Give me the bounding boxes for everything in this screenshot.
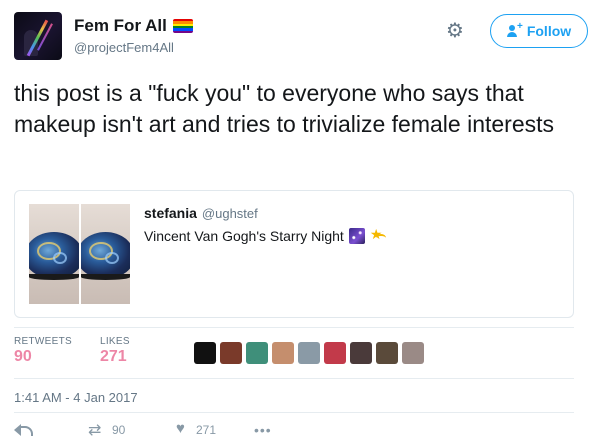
liker-avatars <box>194 342 424 364</box>
liker-avatar[interactable] <box>350 342 372 364</box>
author-handle[interactable]: @projectFem4All <box>74 40 174 55</box>
swirl-mark <box>53 252 67 264</box>
liker-avatar[interactable] <box>272 342 294 364</box>
follow-person-icon: + <box>506 22 523 37</box>
rainbow-flag-icon <box>172 19 193 33</box>
more-button[interactable]: ••• <box>254 422 272 438</box>
divider <box>14 412 574 413</box>
night-with-stars-emoji-icon <box>348 228 365 244</box>
swirl-mark <box>104 252 119 264</box>
quoted-tweet-card[interactable]: stefania @ughstef Vincent Van Gogh's Sta… <box>14 190 574 318</box>
follow-button-label: Follow <box>526 23 572 39</box>
divider <box>14 378 574 379</box>
tweet-header: Fem For All @projectFem4All ⚙ + Follow <box>14 12 588 60</box>
liker-avatar[interactable] <box>402 342 424 364</box>
quoted-author-name: stefania <box>144 205 197 221</box>
liker-avatar[interactable] <box>194 342 216 364</box>
gear-icon[interactable]: ⚙ <box>444 20 466 42</box>
divider <box>14 327 574 328</box>
tweet-text: this post is a "fuck you" to everyone wh… <box>14 80 555 137</box>
likes-stat[interactable]: LIKES 271 <box>100 336 130 366</box>
retweet-icon <box>88 420 106 440</box>
liker-avatar[interactable] <box>220 342 242 364</box>
likes-count: 271 <box>99 348 127 365</box>
retweets-label: RETWEETS <box>14 336 72 347</box>
avatar[interactable] <box>14 12 62 60</box>
follow-button[interactable]: + Follow <box>490 14 588 48</box>
tweet-timestamp[interactable]: 1:41 AM - 4 Jan 2017 <box>14 390 138 405</box>
tweet-stats: RETWEETS 90 LIKES 271 <box>14 336 158 376</box>
like-button[interactable]: 271 <box>176 420 254 437</box>
eye-makeup-image-left <box>29 204 79 304</box>
quoted-tweet-media[interactable] <box>29 204 130 304</box>
likes-label: LIKES <box>99 336 130 347</box>
quoted-author-row: stefania @ughstef <box>144 205 258 221</box>
liker-avatar[interactable] <box>376 342 398 364</box>
lash-line <box>80 274 130 280</box>
reply-button[interactable] <box>14 423 88 437</box>
retweet-button[interactable]: 90 <box>88 420 176 440</box>
like-action-count: 271 <box>196 423 217 437</box>
retweets-count: 90 <box>14 348 32 365</box>
tweet-actions: 90 271 ••• <box>14 420 272 440</box>
more-icon: ••• <box>254 422 272 438</box>
author-display-name[interactable]: Fem For All <box>74 16 167 36</box>
dizzy-emoji-icon <box>370 226 386 244</box>
retweets-stat[interactable]: RETWEETS 90 <box>14 336 72 366</box>
liker-avatar[interactable] <box>246 342 268 364</box>
retweet-action-count: 90 <box>112 423 126 437</box>
heart-icon <box>176 420 190 437</box>
author-name-row: Fem For All <box>74 16 193 36</box>
liker-avatar[interactable] <box>324 342 346 364</box>
quoted-tweet-text: Vincent Van Gogh's Starry Night <box>144 228 344 244</box>
liker-avatar[interactable] <box>298 342 320 364</box>
lash-line <box>29 274 79 280</box>
quoted-author-handle: @ughstef <box>201 206 258 221</box>
flag-stripe <box>172 30 193 33</box>
reply-icon <box>14 423 33 437</box>
eye-makeup-image-right <box>80 204 130 304</box>
quoted-tweet-text-row: Vincent Van Gogh's Starry Night <box>144 226 386 244</box>
